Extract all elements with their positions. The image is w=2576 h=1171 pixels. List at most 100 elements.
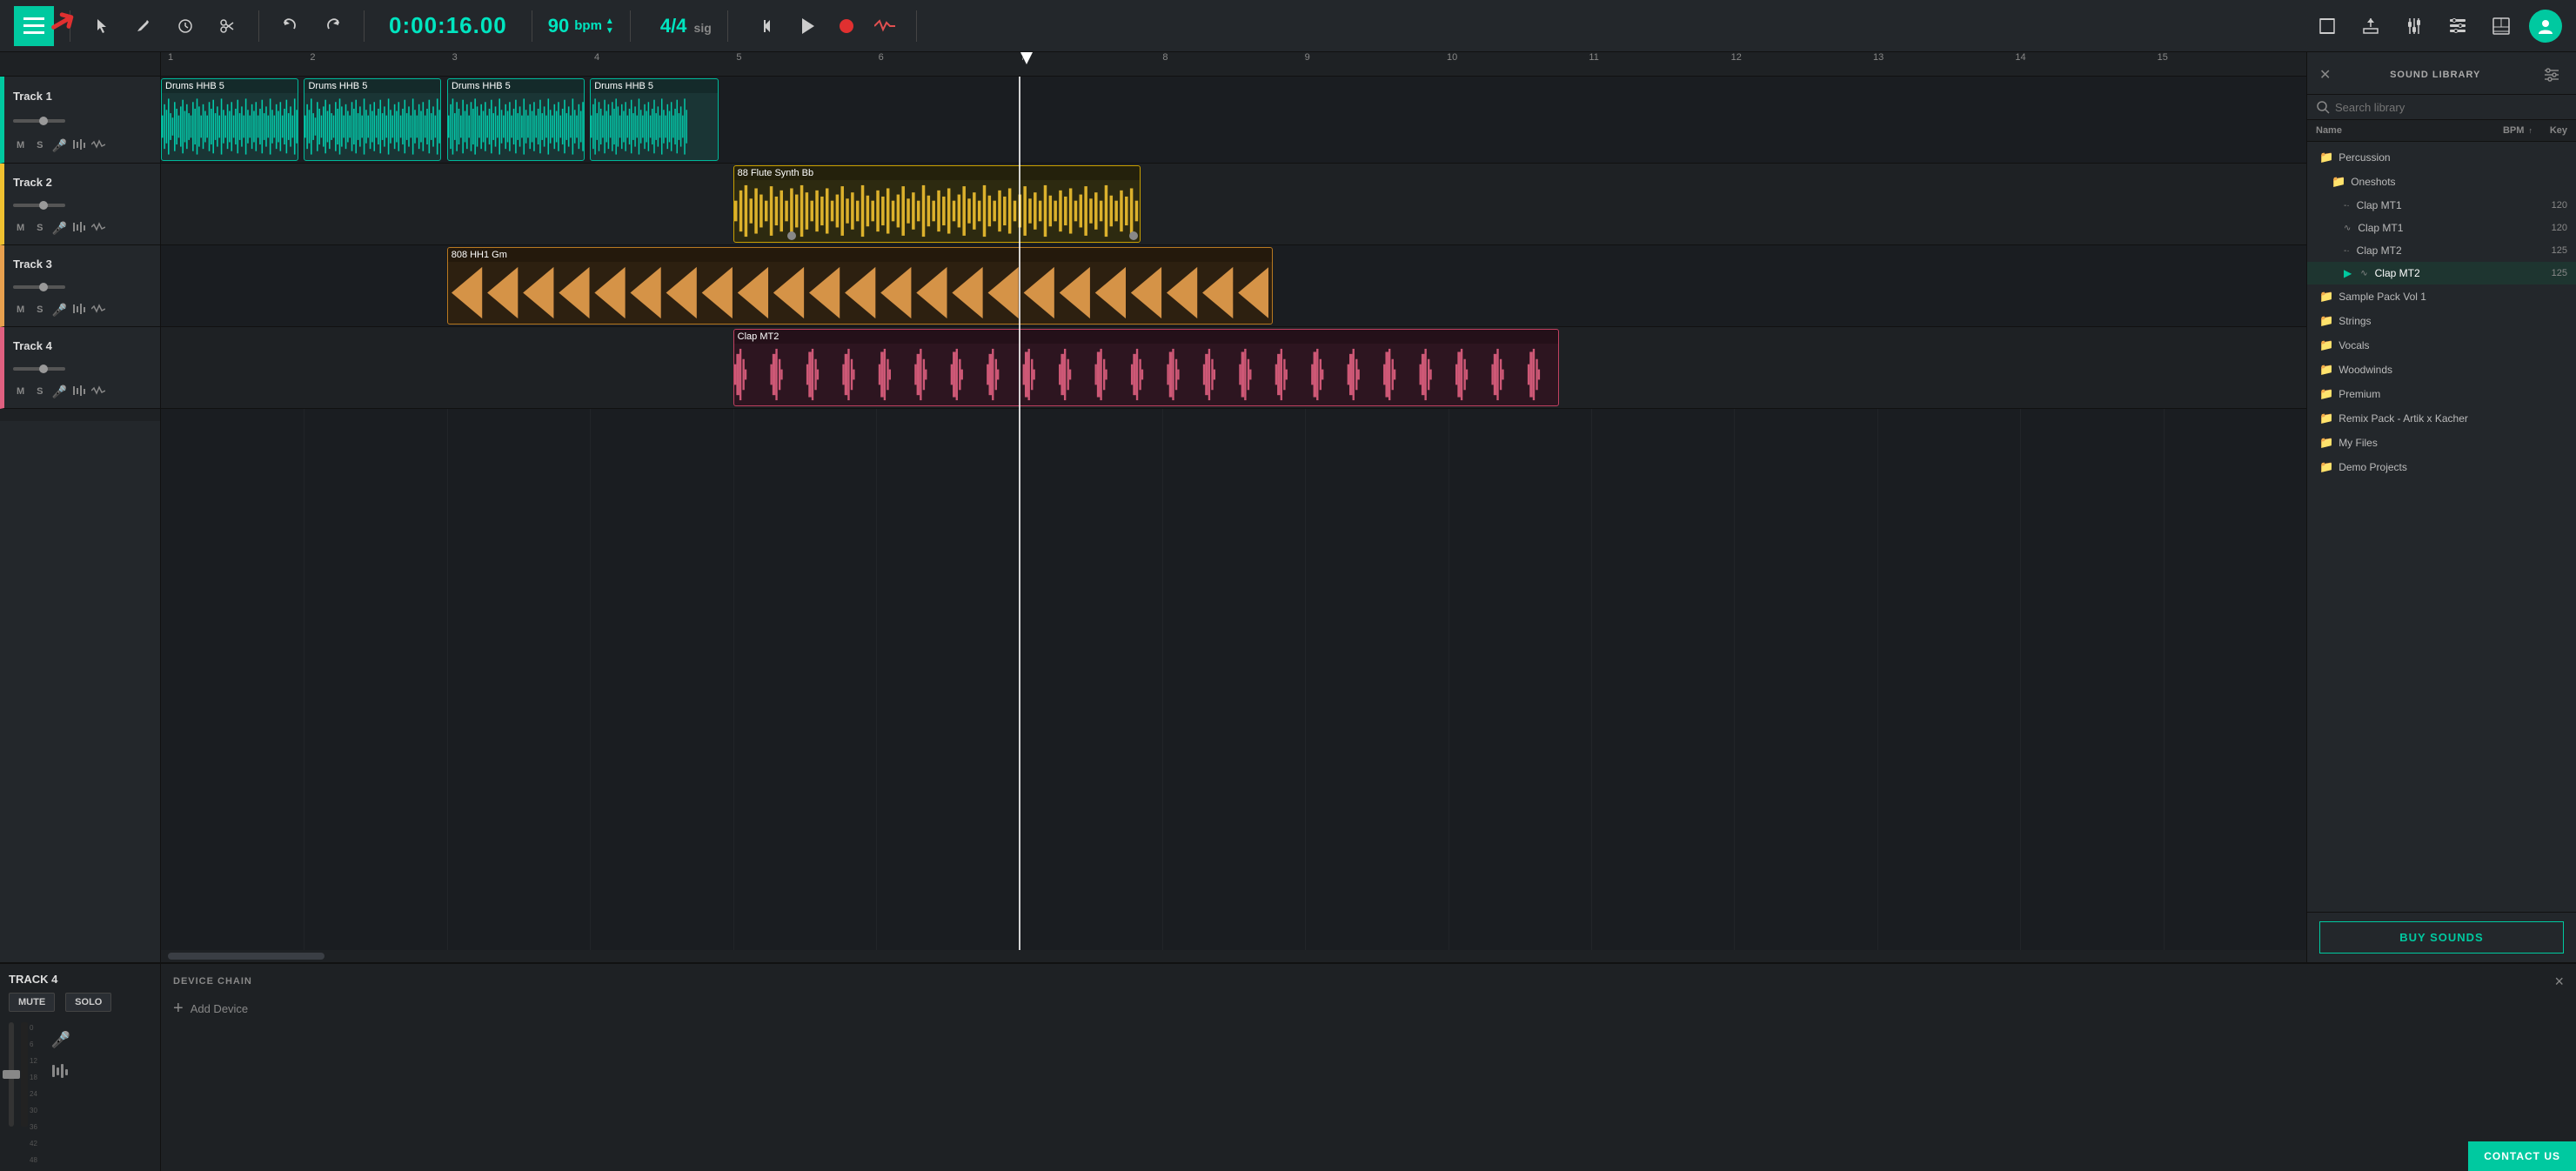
settings2-button[interactable] bbox=[2442, 10, 2473, 42]
skip-back-button[interactable] bbox=[754, 10, 786, 42]
ruler-mark-13: 13 bbox=[1873, 52, 1883, 63]
all-tracks: Drums HHB 5 bbox=[161, 77, 2306, 950]
bpm-arrows[interactable]: ▲ ▼ bbox=[606, 17, 614, 36]
fader-thumb[interactable] bbox=[3, 1070, 20, 1079]
library-item-clap-mt1-1[interactable]: -· Clap MT1 120 bbox=[2307, 194, 2576, 217]
bottom-solo-button[interactable]: SOLO bbox=[65, 993, 111, 1012]
device-chain-close-button[interactable]: × bbox=[2554, 973, 2564, 991]
ruler-mark-10: 10 bbox=[1447, 52, 1457, 63]
play-button[interactable] bbox=[793, 10, 824, 42]
library-item-demo-projects[interactable]: 📁 Demo Projects bbox=[2307, 455, 2576, 479]
track2-mic-icon: 🎤 bbox=[52, 221, 67, 236]
track4-volume-slider[interactable] bbox=[13, 367, 151, 371]
record-button[interactable] bbox=[831, 10, 862, 42]
select-tool-button[interactable] bbox=[86, 10, 117, 42]
track3-clip-1[interactable]: 808 HH1 Gm bbox=[447, 247, 1273, 325]
item-name-11: Premium bbox=[2338, 388, 2567, 400]
bottom-mute-solo-row: MUTE SOLO bbox=[9, 993, 151, 1012]
automate-button[interactable] bbox=[869, 10, 900, 42]
sig-label: sig bbox=[694, 21, 712, 35]
col-bpm-header[interactable]: BPM ↑ bbox=[2489, 125, 2533, 136]
item-name-5: Clap MT2 bbox=[2357, 244, 2519, 257]
undo-button[interactable] bbox=[275, 10, 306, 42]
track1-mute-btn[interactable]: M bbox=[13, 138, 28, 152]
track1-clip-3[interactable]: Drums HHB 5 bbox=[447, 78, 585, 161]
search-icon bbox=[2316, 100, 2330, 114]
library-item-woodwinds[interactable]: 📁 Woodwinds bbox=[2307, 358, 2576, 382]
ruler-mark-3: 3 bbox=[452, 52, 458, 63]
track1-controls: M S 🎤 bbox=[13, 138, 151, 153]
ruler-marks-container: 1 2 3 4 5 6 7 8 9 10 11 12 13 14 bbox=[168, 52, 2299, 77]
track4-solo-btn[interactable]: S bbox=[33, 385, 46, 398]
buy-sounds-button[interactable]: BUY SOUNDS bbox=[2319, 921, 2564, 954]
track1-header: Track 1 M S 🎤 bbox=[0, 77, 160, 164]
export-button[interactable] bbox=[2355, 10, 2386, 42]
library-item-strings[interactable]: 📁 Strings bbox=[2307, 309, 2576, 333]
folder-icon-6: 📁 bbox=[2319, 363, 2333, 377]
level-36db: 36 bbox=[30, 1123, 37, 1131]
library-item-clap-mt2-1[interactable]: -· Clap MT2 125 bbox=[2307, 239, 2576, 262]
ruler-mark-6: 6 bbox=[879, 52, 884, 63]
track1-clip-4[interactable]: Drums HHB 5 bbox=[590, 78, 719, 161]
fader-track[interactable] bbox=[9, 1022, 14, 1127]
redo-button[interactable] bbox=[317, 10, 348, 42]
clock-tool-button[interactable] bbox=[170, 10, 201, 42]
track3-solo-btn[interactable]: S bbox=[33, 303, 46, 317]
bottom-mute-button[interactable]: MUTE bbox=[9, 993, 55, 1012]
record-icon bbox=[837, 17, 856, 36]
track4-clip-1[interactable]: Clap MT2 bbox=[733, 329, 1559, 406]
scrollbar-thumb[interactable] bbox=[168, 953, 325, 960]
pencil-tool-button[interactable] bbox=[128, 10, 159, 42]
horizontal-scrollbar[interactable] bbox=[161, 950, 2306, 962]
mix-button[interactable] bbox=[2399, 10, 2430, 42]
hamburger-icon bbox=[23, 17, 44, 34]
item-name-13: My Files bbox=[2338, 437, 2567, 449]
level-numbers: 0 6 12 18 24 30 36 42 48 54 60 64 bbox=[30, 1022, 37, 1171]
add-device-button[interactable]: + Add Device bbox=[173, 999, 248, 1019]
item-name-8: Strings bbox=[2338, 315, 2567, 327]
menu-button[interactable] bbox=[14, 6, 54, 46]
track2-eq-icon bbox=[72, 221, 86, 236]
track2-mute-btn[interactable]: M bbox=[13, 221, 28, 235]
library-item-clap-mt1-2[interactable]: ∿ Clap MT1 120 bbox=[2307, 217, 2576, 239]
clip2-left-handle[interactable] bbox=[787, 231, 796, 240]
loop-button[interactable] bbox=[2312, 10, 2343, 42]
track1-volume-slider[interactable] bbox=[13, 119, 151, 123]
library-item-remix-pack[interactable]: 📁 Remix Pack - Artik x Kacher bbox=[2307, 406, 2576, 431]
track2-volume-slider[interactable] bbox=[13, 204, 151, 207]
library-item-vocals[interactable]: 📁 Vocals bbox=[2307, 333, 2576, 358]
track1-clip1-label: Drums HHB 5 bbox=[162, 79, 298, 93]
library-settings-button[interactable] bbox=[2539, 63, 2564, 87]
mix-icon bbox=[2405, 17, 2424, 36]
scissors-tool-button[interactable] bbox=[211, 10, 243, 42]
library-item-sample-pack[interactable]: 📁 Sample Pack Vol 1 bbox=[2307, 284, 2576, 309]
track2-clip-1[interactable]: 88 Flute Synth Bb bbox=[733, 165, 1141, 243]
track1-solo-btn[interactable]: S bbox=[33, 138, 46, 152]
track2-solo-btn[interactable]: S bbox=[33, 221, 46, 235]
library-item-clap-mt2-active[interactable]: ▶ ∿ Clap MT2 125 bbox=[2307, 262, 2576, 284]
avatar-button[interactable] bbox=[2529, 10, 2562, 43]
separator-3 bbox=[364, 10, 365, 42]
library-item-premium[interactable]: 📁 Premium bbox=[2307, 382, 2576, 406]
library-search-input[interactable] bbox=[2335, 101, 2567, 114]
contact-us-button[interactable]: CONTACT US bbox=[2468, 1141, 2576, 1171]
transport-controls bbox=[754, 10, 900, 42]
level-meter-container: 0 6 12 18 24 30 36 42 48 54 60 64 bbox=[21, 1022, 37, 1171]
library-item-my-files[interactable]: 📁 My Files bbox=[2307, 431, 2576, 455]
track3-mute-btn[interactable]: M bbox=[13, 303, 28, 317]
track4-header: Track 4 M S 🎤 bbox=[0, 327, 160, 409]
track4-row: Clap MT2 bbox=[161, 327, 2306, 409]
library-close-button[interactable]: ✕ bbox=[2319, 66, 2331, 84]
track4-mute-btn[interactable]: M bbox=[13, 385, 28, 398]
library-item-oneshots[interactable]: 📁 Oneshots bbox=[2307, 170, 2576, 194]
automate-icon bbox=[874, 18, 895, 34]
track3-volume-slider[interactable] bbox=[13, 285, 151, 289]
mic-icon-bottom[interactable]: 🎤 bbox=[51, 1031, 70, 1049]
track1-clip-2[interactable]: Drums HHB 5 bbox=[304, 78, 441, 161]
track1-clip-1[interactable]: Drums HHB 5 bbox=[161, 78, 298, 161]
library-item-percussion[interactable]: 📁 Percussion bbox=[2307, 145, 2576, 170]
window-button[interactable] bbox=[2486, 10, 2517, 42]
eq-icon-bottom[interactable] bbox=[51, 1063, 70, 1081]
toolbar-right bbox=[2312, 10, 2562, 43]
bottom-panel: TRACK 4 MUTE SOLO bbox=[0, 962, 2576, 1171]
